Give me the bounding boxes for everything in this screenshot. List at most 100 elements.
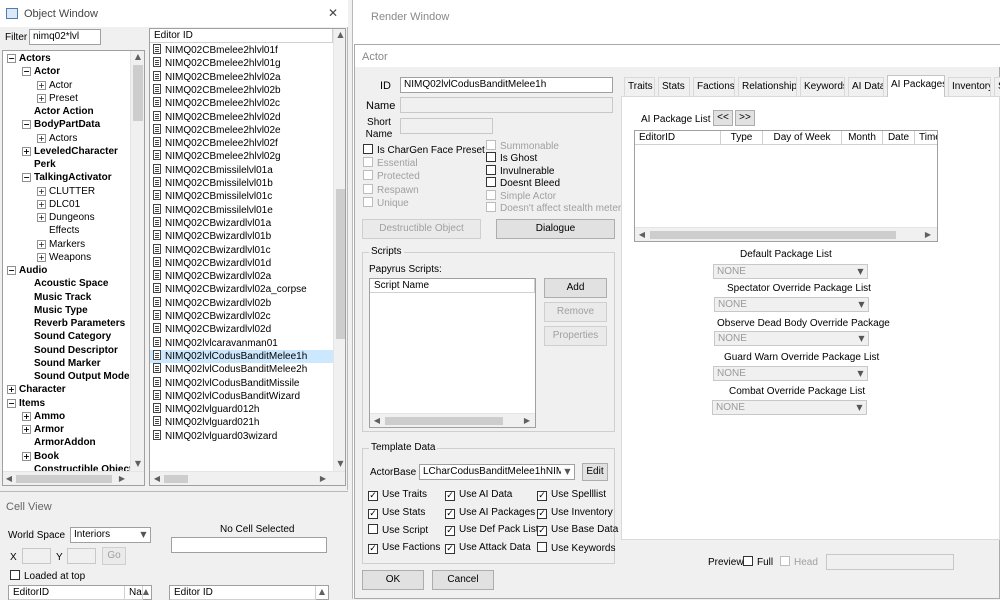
tab-inventory[interactable]: Inventory <box>948 77 991 96</box>
tree-item[interactable]: + Book <box>22 450 59 463</box>
cancel-button[interactable]: Cancel <box>432 570 494 590</box>
cell-list-left[interactable]: EditorID Na ▲ <box>8 585 152 600</box>
tree-item[interactable]: Sound Marker <box>22 357 101 370</box>
list-item[interactable]: NIMQ02lvlCodusBanditWizard <box>150 389 333 403</box>
list-item[interactable]: NIMQ02CBmissilelvl01c <box>150 190 333 203</box>
list-vscroll[interactable]: ▲ ▼ <box>333 29 345 471</box>
template-flag-checkbox[interactable]: ✓ Use Base Data <box>537 524 618 537</box>
combat-pkg-chevron-down-icon[interactable]: ▼ <box>853 401 866 414</box>
filter-input[interactable]: nimq02*lvl <box>29 29 101 45</box>
list-item[interactable]: NIMQ02CBwizardlvl01a <box>150 216 333 230</box>
list-item[interactable]: NIMQ02lvlguard021h <box>150 416 333 429</box>
actor-flag-checkbox[interactable]: Invulnerable <box>486 164 554 178</box>
tab-ai-packages[interactable]: AI Packages <box>887 75 945 97</box>
tab-s[interactable]: S <box>994 77 1000 96</box>
chevron-down-icon[interactable]: ▼ <box>137 528 150 542</box>
tree-item[interactable]: Music Track <box>22 291 91 304</box>
scroll-down-icon[interactable]: ▼ <box>131 459 144 468</box>
list-item[interactable]: NIMQ02CBwizardlvl01b <box>150 230 333 243</box>
list-scroll-left-icon[interactable]: ◀ <box>152 474 162 483</box>
template-flag-checkbox[interactable]: Use Script <box>368 524 428 537</box>
tree-item[interactable]: + Armor <box>22 423 64 436</box>
add-script-button[interactable]: Add <box>544 278 607 298</box>
tree-item[interactable]: Acoustic Space <box>22 277 108 290</box>
list-item[interactable]: NIMQ02CBmelee2hlvl02c <box>150 97 333 110</box>
template-flag-checkbox[interactable]: ✓ Use AI Data <box>445 489 512 502</box>
list-item[interactable]: NIMQ02CBwizardlvl02a <box>150 270 333 283</box>
package-list[interactable]: EditorIDTypeDay of WeekMonthDateTime ◀ ▶ <box>634 130 938 242</box>
actor-flag-checkbox[interactable]: Summonable <box>486 140 559 153</box>
tree-item[interactable]: Sound Descriptor <box>22 344 118 357</box>
list-item[interactable]: NIMQ02CBmissilelvl01b <box>150 177 333 190</box>
tree-item[interactable]: + DLC01 <box>37 198 80 211</box>
actor-base-select[interactable]: LCharCodusBanditMelee1hNIMQ02 ▼ <box>419 464 575 480</box>
template-flag-checkbox[interactable]: ✓ Use Factions <box>368 542 440 555</box>
preview-head-checkbox[interactable]: Head <box>780 556 818 569</box>
tree-item[interactable]: + LeveledCharacter <box>22 145 118 158</box>
close-icon[interactable]: ✕ <box>328 6 338 20</box>
tab-factions[interactable]: Factions <box>693 77 735 96</box>
short-name-input[interactable] <box>400 118 493 134</box>
guard-pkg-chevron-down-icon[interactable]: ▼ <box>854 367 867 380</box>
category-tree[interactable]: − Actors − Actor + Actor + Preset Actor Action − B… <box>2 50 145 486</box>
template-flag-checkbox[interactable]: ✓ Use Traits <box>368 489 427 502</box>
guard-package-select[interactable]: NONE ▼ <box>713 366 868 381</box>
expand-icon[interactable]: + <box>37 239 46 249</box>
actor-base-chevron-down-icon[interactable]: ▼ <box>561 465 574 479</box>
template-flag-checkbox[interactable]: ✓ Use Spelllist <box>537 489 606 502</box>
list-item[interactable]: NIMQ02CBwizardlvl02c <box>150 310 333 323</box>
world-space-select[interactable]: Interiors ▼ <box>70 527 151 543</box>
prev-package-button[interactable]: << <box>713 110 733 126</box>
package-column-header[interactable]: Type <box>721 131 763 145</box>
preview-field[interactable] <box>826 554 954 570</box>
package-column-header[interactable]: Day of Week <box>763 131 842 145</box>
scroll-left-icon[interactable]: ◀ <box>4 474 14 483</box>
tree-hscroll[interactable]: ◀ ▶ <box>3 471 144 485</box>
package-column-header[interactable]: Month <box>842 131 883 145</box>
editor-id-list[interactable]: Editor ID NIMQ02CBmelee2hlvl01f NIMQ02CBm… <box>149 28 346 486</box>
observe-package-select[interactable]: NONE ▼ <box>714 331 869 346</box>
package-column-header[interactable]: EditorID <box>635 131 721 145</box>
ok-button[interactable]: OK <box>362 570 424 590</box>
actor-flag-checkbox[interactable]: Doesnt Bleed <box>486 177 560 190</box>
expand-icon[interactable]: + <box>37 213 46 222</box>
expand-icon[interactable]: + <box>7 385 16 395</box>
template-flag-checkbox[interactable]: ✓ Use Def Pack List <box>445 524 538 537</box>
destructible-object-button[interactable]: Destructible Object <box>362 219 481 239</box>
pkg-scroll-right-icon[interactable]: ▶ <box>923 230 933 239</box>
script-name-column-header[interactable]: Script Name <box>370 279 535 293</box>
collapse-icon[interactable]: − <box>22 120 31 130</box>
tree-item[interactable]: Perk <box>22 158 56 171</box>
list-item[interactable]: NIMQ02CBwizardlvl02d <box>150 323 333 336</box>
template-flag-checkbox[interactable]: ✓ Use Attack Data <box>445 542 531 555</box>
list-hscroll[interactable]: ◀ ▶ <box>150 471 345 485</box>
tree-vscroll[interactable]: ▲ ▼ <box>130 51 144 471</box>
list-item[interactable]: NIMQ02lvlguard03wizard <box>150 429 333 443</box>
list-item[interactable]: NIMQ02CBmelee2hlvl01f <box>150 44 333 57</box>
tree-item[interactable]: + Actor <box>37 79 72 92</box>
package-list-hscroll[interactable]: ◀ ▶ <box>635 227 937 241</box>
tree-item[interactable]: − Actors <box>7 52 51 65</box>
tree-item[interactable]: − Items <box>7 397 45 410</box>
editorid-column-header[interactable]: EditorID <box>9 586 125 600</box>
tree-item[interactable]: Effects <box>37 224 79 237</box>
tree-item[interactable]: + Preset <box>37 92 78 105</box>
tree-item[interactable]: + Character <box>7 383 66 396</box>
scroll-right-icon[interactable]: ▶ <box>117 474 127 483</box>
tab-relationships[interactable]: Relationships <box>738 77 797 96</box>
tree-item[interactable]: + Dungeons <box>37 211 95 224</box>
list-scroll-down-icon[interactable]: ▼ <box>334 459 345 468</box>
collapse-icon[interactable]: − <box>7 398 16 408</box>
actor-flag-checkbox[interactable]: Protected <box>363 170 420 183</box>
collapse-icon[interactable]: − <box>22 173 31 183</box>
tree-item[interactable]: Reverb Parameters <box>22 317 125 330</box>
list-item[interactable]: NIMQ02CBmissilelvl01a <box>150 163 333 177</box>
tree-item[interactable]: Sound Category <box>22 330 111 343</box>
properties-button[interactable]: Properties <box>544 326 607 346</box>
template-flag-checkbox[interactable]: ✓ Use Inventory <box>537 507 613 520</box>
tree-hscroll-thumb[interactable] <box>16 475 112 483</box>
expand-icon[interactable]: + <box>22 451 31 461</box>
tree-item[interactable]: Music Type <box>22 304 88 317</box>
expand-icon[interactable]: + <box>22 411 31 421</box>
tree-item[interactable]: − TalkingActivator <box>22 171 112 184</box>
